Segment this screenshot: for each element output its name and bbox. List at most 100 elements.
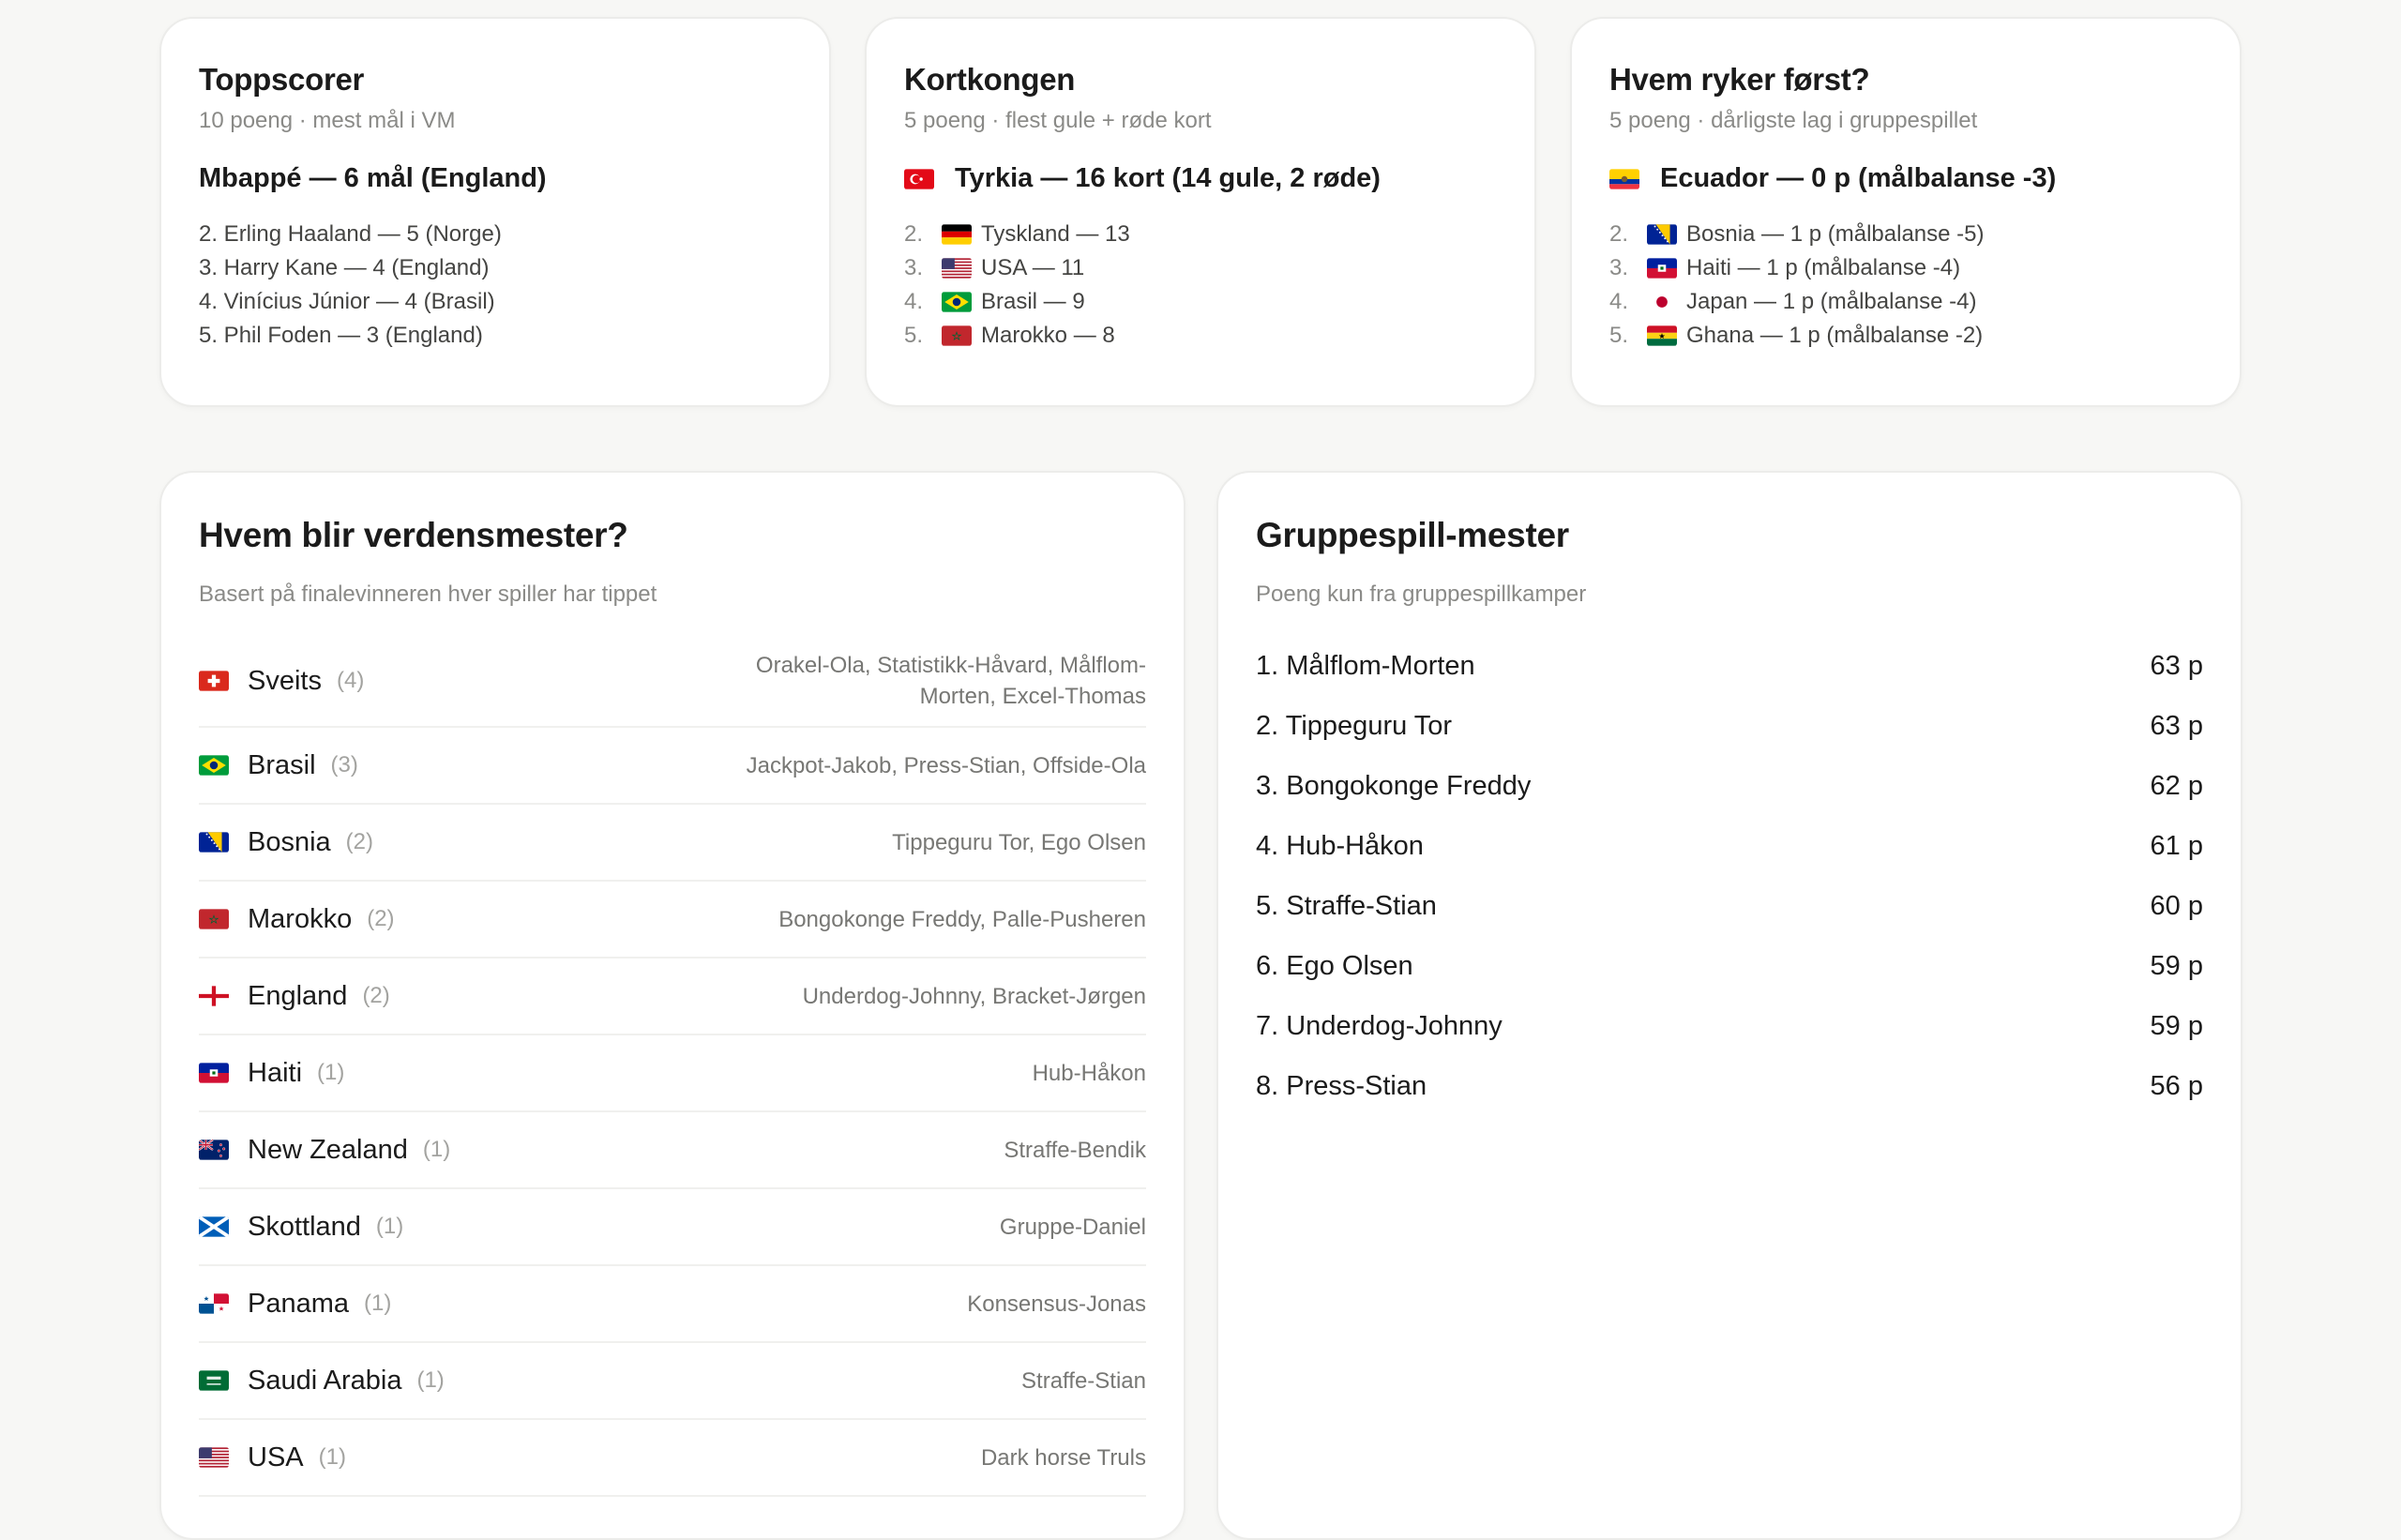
champion-country-cell: USA (1) [199,1442,346,1473]
list-item: 3. Haiti — 1 p (målbalanse -4) [1609,251,2202,285]
morocco-flag-icon [199,909,229,929]
top-scorer-subtitle: 10 poeng · mest mål i VM [199,108,456,134]
rank-number: 3. [904,254,924,280]
country-name: Brasil [248,749,316,780]
newzealand-flag-icon [199,1140,229,1160]
haiti-flag-icon [199,1063,229,1083]
rank-number: 5. [904,322,924,348]
list-item: 4. Vinícius Júnior — 4 (Brasil) [199,288,495,314]
player-names: Dark horse Truls [980,1444,1146,1471]
champion-country-cell: Panama (1) [199,1289,391,1320]
switzerland-flag-icon [199,671,229,691]
player-points: 56 p [2150,1070,2203,1101]
champion-country-cell: Brasil (3) [199,750,358,781]
list-item: 5. Straffe-Stian 60 p [1256,876,2203,936]
top-scorer-leader: Mbappé — 6 mål (England) [199,161,792,197]
country-name: Sveits [248,665,322,696]
vote-count: (3) [330,752,358,778]
country-name: Haiti [248,1057,303,1088]
list-item: 2. Tippeguru Tor 63 p [1256,696,2203,756]
card-king-title: Kortkongen [904,62,1076,97]
champion-card: Hvem blir verdensmester? Basert på final… [159,471,1185,1540]
list-item: 2. Tyskland — 13 [904,218,1497,251]
table-row: Brasil (3) Jackpot-Jakob, Press-Stian, Of… [199,728,1146,806]
first-out-subtitle: 5 poeng · dårligste lag i gruppespillet [1609,108,1978,134]
card-king-list: 2. Tyskland — 13 3. USA — 11 4. Brasil — 9 … [904,218,1497,353]
rank-number: 3. [1609,254,1629,280]
vote-count: (1) [317,1060,345,1086]
list-item: 4. Japan — 1 p (målbalanse -4) [1609,285,2202,319]
list-item: 5. Ghana — 1 p (målbalanse -2) [1609,319,2202,353]
list-item: 5. Marokko — 8 [904,319,1497,353]
card-king-subtitle: 5 poeng · flest gule + røde kort [904,108,1212,134]
top-scorer-card: Toppscorer 10 poeng · mest mål i VM Mbap… [159,17,831,407]
player-names: Hub-Håkon [1032,1060,1146,1086]
group-master-card: Gruppespill-mester Poeng kun fra gruppes… [1216,471,2242,1540]
player-points: 59 p [2150,950,2203,981]
top-scorer-list: 2. Erling Haaland — 5 (Norge) 3. Harry K… [199,218,792,353]
player-name: 3. Bongokonge Freddy [1256,770,1532,801]
player-points: 59 p [2150,1010,2203,1041]
country-name: England [248,980,348,1011]
first-out-leader: Ecuador — 0 p (målbalanse -3) [1609,161,2202,197]
table-row: England (2) Underdog-Johnny, Bracket-Jørg… [199,959,1146,1036]
player-name: 5. Straffe-Stian [1256,890,1437,921]
country-name: Panama [248,1288,350,1319]
player-names: Tippeguru Tor, Ego Olsen [892,829,1146,855]
list-item: 7. Underdog-Johnny 59 p [1256,996,2203,1056]
card-king-card: Kortkongen 5 poeng · flest gule + røde k… [865,17,1536,407]
top-scorer-title: Toppscorer [199,62,365,97]
champion-country-cell: Marokko (2) [199,904,395,935]
champion-country-cell: Saudi Arabia (1) [199,1366,445,1397]
vote-count: (1) [422,1137,451,1163]
champion-country-cell: England (2) [199,981,390,1012]
list-item: 4. Hub-Håkon 61 p [1256,816,2203,876]
bosnia-flag-icon [199,832,229,853]
list-item-text: Bosnia — 1 p (målbalanse -5) [1686,220,1985,247]
first-out-leader-text: Ecuador — 0 p (målbalanse -3) [1660,163,2057,194]
country-name: Marokko [248,903,353,934]
list-item: 6. Ego Olsen 59 p [1256,936,2203,996]
saudi-flag-icon [199,1370,229,1391]
champion-country-cell: Skottland (1) [199,1212,403,1243]
champion-country-cell: New Zealand (1) [199,1135,450,1166]
vote-count: (1) [364,1291,392,1317]
vote-count: (1) [375,1214,404,1240]
player-points: 60 p [2150,890,2203,921]
haiti-flag-icon [1647,258,1677,279]
list-item-text: Japan — 1 p (målbalanse -4) [1686,288,1977,314]
group-master-title: Gruppespill-mester [1256,516,1569,554]
card-king-leader: Tyrkia — 16 kort (14 gule, 2 røde) [904,161,1497,197]
champion-country-cell: Sveits (4) [199,666,364,697]
group-master-subtitle: Poeng kun fra gruppespillkamper [1256,581,1587,608]
first-out-card: Hvem ryker først? 5 poeng · dårligste la… [1570,17,2242,407]
country-name: Skottland [248,1211,361,1242]
player-points: 61 p [2150,830,2203,861]
player-name: 7. Underdog-Johnny [1256,1010,1503,1041]
scotland-flag-icon [199,1216,229,1238]
player-names: Orakel-Ola, Statistikk-Håvard, Målflom-M… [755,653,1146,710]
player-name: 4. Hub-Håkon [1256,830,1424,861]
list-item-text: USA — 11 [981,254,1085,280]
player-names: Straffe-Stian [1021,1367,1146,1394]
table-row: Haiti (1) Hub-Håkon [199,1035,1146,1113]
country-name: New Zealand [248,1134,408,1165]
brazil-flag-icon [942,292,972,312]
rank-number: 4. [904,288,924,314]
rank-number: 5. [1609,322,1629,348]
list-item-text: Brasil — 9 [981,288,1085,314]
table-row: Sveits (4) Orakel-Ola, Statistikk-Håvard,… [199,636,1146,729]
table-row: Skottland (1) Gruppe-Daniel [199,1189,1146,1267]
player-points: 62 p [2150,770,2203,801]
list-item: 5. Phil Foden — 3 (England) [199,322,483,348]
group-master-list: 1. Målflom-Morten 63 p 2. Tippeguru Tor 63… [1256,636,2203,1116]
country-name: Saudi Arabia [248,1365,402,1396]
ghana-flag-icon [1647,325,1677,346]
panama-flag-icon [199,1293,229,1314]
vote-count: (4) [336,668,365,694]
first-out-title: Hvem ryker først? [1609,62,1870,97]
usa-flag-icon [942,258,972,279]
table-row: Panama (1) Konsensus-Jonas [199,1266,1146,1344]
list-item: 3. Bongokonge Freddy 62 p [1256,756,2203,816]
bosnia-flag-icon [1647,224,1677,245]
